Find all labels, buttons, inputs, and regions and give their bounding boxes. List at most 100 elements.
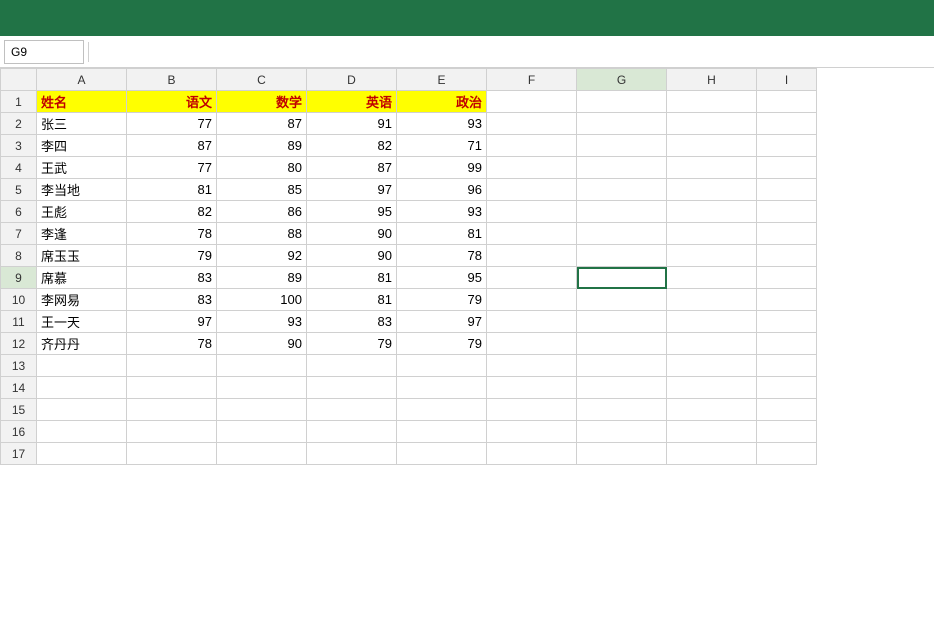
row-header-1[interactable]: 1	[1, 91, 37, 113]
cell-3-A[interactable]: 李四	[37, 135, 127, 157]
cell-13-B[interactable]	[127, 355, 217, 377]
cell-2-A[interactable]: 张三	[37, 113, 127, 135]
cell-2-H[interactable]	[667, 113, 757, 135]
col-header-F[interactable]: F	[487, 69, 577, 91]
cell-17-G[interactable]	[577, 443, 667, 465]
menu-dev-tools[interactable]	[186, 14, 206, 22]
cell-14-A[interactable]	[37, 377, 127, 399]
row-header-4[interactable]: 4	[1, 157, 37, 179]
cell-4-B[interactable]: 77	[127, 157, 217, 179]
cell-15-F[interactable]	[487, 399, 577, 421]
cell-7-H[interactable]	[667, 223, 757, 245]
cell-17-I[interactable]	[757, 443, 817, 465]
menu-help[interactable]	[206, 14, 226, 22]
cell-11-I[interactable]	[757, 311, 817, 333]
cell-6-I[interactable]	[757, 201, 817, 223]
row-header-9[interactable]: 9	[1, 267, 37, 289]
cell-1-A[interactable]: 姓名	[37, 91, 127, 113]
cell-6-C[interactable]: 86	[217, 201, 307, 223]
cell-1-F[interactable]	[487, 91, 577, 113]
col-header-I[interactable]: I	[757, 69, 817, 91]
cell-10-G[interactable]	[577, 289, 667, 311]
cell-10-C[interactable]: 100	[217, 289, 307, 311]
tell-me[interactable]	[908, 14, 928, 22]
cell-12-B[interactable]: 78	[127, 333, 217, 355]
cell-5-F[interactable]	[487, 179, 577, 201]
cell-13-C[interactable]	[217, 355, 307, 377]
cell-16-B[interactable]	[127, 421, 217, 443]
cell-15-H[interactable]	[667, 399, 757, 421]
cell-13-F[interactable]	[487, 355, 577, 377]
cell-4-D[interactable]: 87	[307, 157, 397, 179]
cell-5-A[interactable]: 李当地	[37, 179, 127, 201]
cell-12-C[interactable]: 90	[217, 333, 307, 355]
cell-8-F[interactable]	[487, 245, 577, 267]
cell-1-I[interactable]	[757, 91, 817, 113]
cell-1-D[interactable]: 英语	[307, 91, 397, 113]
cell-17-F[interactable]	[487, 443, 577, 465]
cell-10-H[interactable]	[667, 289, 757, 311]
row-header-14[interactable]: 14	[1, 377, 37, 399]
col-header-B[interactable]: B	[127, 69, 217, 91]
cancel-icon[interactable]	[93, 50, 101, 54]
cell-3-F[interactable]	[487, 135, 577, 157]
row-header-17[interactable]: 17	[1, 443, 37, 465]
row-header-6[interactable]: 6	[1, 201, 37, 223]
menu-start[interactable]	[26, 14, 46, 22]
cell-16-G[interactable]	[577, 421, 667, 443]
cell-8-E[interactable]: 78	[397, 245, 487, 267]
cell-10-I[interactable]	[757, 289, 817, 311]
col-header-G[interactable]: G	[577, 69, 667, 91]
cell-7-D[interactable]: 90	[307, 223, 397, 245]
menu-view[interactable]	[166, 14, 186, 22]
cell-5-C[interactable]: 85	[217, 179, 307, 201]
cell-8-I[interactable]	[757, 245, 817, 267]
cell-3-D[interactable]: 82	[307, 135, 397, 157]
cell-16-D[interactable]	[307, 421, 397, 443]
cell-7-A[interactable]: 李逢	[37, 223, 127, 245]
row-header-16[interactable]: 16	[1, 421, 37, 443]
menu-insert[interactable]	[46, 14, 66, 22]
cell-1-E[interactable]: 政治	[397, 91, 487, 113]
cell-11-F[interactable]	[487, 311, 577, 333]
menu-formula[interactable]	[86, 14, 106, 22]
cell-8-H[interactable]	[667, 245, 757, 267]
row-header-8[interactable]: 8	[1, 245, 37, 267]
cell-5-I[interactable]	[757, 179, 817, 201]
cell-12-I[interactable]	[757, 333, 817, 355]
col-header-A[interactable]: A	[37, 69, 127, 91]
formula-input[interactable]	[125, 40, 930, 64]
cell-15-G[interactable]	[577, 399, 667, 421]
cell-1-C[interactable]: 数学	[217, 91, 307, 113]
row-header-12[interactable]: 12	[1, 333, 37, 355]
cell-7-B[interactable]: 78	[127, 223, 217, 245]
cell-14-F[interactable]	[487, 377, 577, 399]
cell-3-B[interactable]: 87	[127, 135, 217, 157]
cell-4-E[interactable]: 99	[397, 157, 487, 179]
cell-11-G[interactable]	[577, 311, 667, 333]
cell-15-A[interactable]	[37, 399, 127, 421]
menu-share[interactable]	[146, 14, 166, 22]
cell-11-E[interactable]: 97	[397, 311, 487, 333]
cell-11-B[interactable]: 97	[127, 311, 217, 333]
cell-17-C[interactable]	[217, 443, 307, 465]
cell-1-B[interactable]: 语文	[127, 91, 217, 113]
cell-16-H[interactable]	[667, 421, 757, 443]
cell-9-F[interactable]	[487, 267, 577, 289]
cell-8-B[interactable]: 79	[127, 245, 217, 267]
cell-3-G[interactable]	[577, 135, 667, 157]
cell-11-H[interactable]	[667, 311, 757, 333]
cell-17-A[interactable]	[37, 443, 127, 465]
cell-6-E[interactable]: 93	[397, 201, 487, 223]
row-header-3[interactable]: 3	[1, 135, 37, 157]
cell-9-D[interactable]: 81	[307, 267, 397, 289]
menu-data[interactable]	[106, 14, 126, 22]
cell-9-G[interactable]	[577, 267, 667, 289]
cell-14-E[interactable]	[397, 377, 487, 399]
cell-13-D[interactable]	[307, 355, 397, 377]
cell-7-G[interactable]	[577, 223, 667, 245]
cell-15-D[interactable]	[307, 399, 397, 421]
row-header-11[interactable]: 11	[1, 311, 37, 333]
menu-page-layout[interactable]	[66, 14, 86, 22]
cell-5-D[interactable]: 97	[307, 179, 397, 201]
